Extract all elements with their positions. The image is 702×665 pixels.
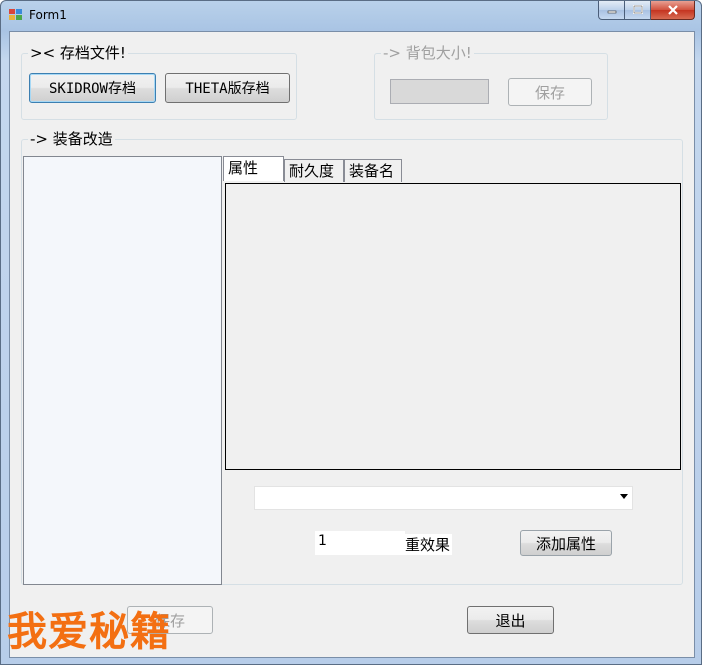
- tab-attributes[interactable]: 属性: [223, 156, 284, 181]
- maximize-button[interactable]: [625, 1, 651, 20]
- close-button[interactable]: [651, 1, 695, 20]
- exit-button[interactable]: 退出: [467, 606, 554, 634]
- equip-group: -> 装备改造 属性 耐久度 装备名 1 重效果 添加属性: [21, 130, 683, 585]
- save-file-group: >< 存档文件! SKIDROW存档 THETA版存档: [21, 44, 297, 120]
- minimize-button[interactable]: [598, 1, 625, 20]
- bag-save-button[interactable]: 保存: [508, 78, 592, 106]
- title-bar[interactable]: Form1: [1, 1, 701, 29]
- bag-size-legend: -> 背包大小!: [381, 44, 474, 62]
- tab-attributes-label: 属性: [228, 159, 259, 177]
- equipment-list[interactable]: [23, 156, 222, 585]
- bag-size-input[interactable]: [390, 79, 489, 104]
- client-area: >< 存档文件! SKIDROW存档 THETA版存档 -> 背包大小! 保存 …: [9, 31, 695, 658]
- minimize-icon: [607, 10, 616, 14]
- equip-legend: -> 装备改造: [28, 130, 115, 148]
- close-icon: [667, 5, 678, 15]
- bag-size-group: -> 背包大小! 保存: [374, 44, 608, 120]
- add-attribute-button[interactable]: 添加属性: [520, 530, 612, 556]
- tab-name-label: 装备名: [349, 162, 395, 180]
- maximize-icon: [632, 5, 643, 14]
- save-file-legend: >< 存档文件!: [28, 44, 128, 62]
- attribute-select[interactable]: [254, 486, 633, 510]
- tab-durability[interactable]: 耐久度: [284, 159, 344, 182]
- watermark-logo: 我爱秘籍: [7, 609, 171, 655]
- skidrow-save-button[interactable]: SKIDROW存档: [29, 73, 156, 103]
- form-icon: [9, 9, 23, 21]
- window-title: Form1: [29, 8, 67, 22]
- effect-count-label: 重效果: [403, 534, 453, 555]
- tab-durability-label: 耐久度: [289, 162, 335, 180]
- chevron-down-icon: [620, 494, 628, 499]
- caption-buttons: [598, 1, 695, 21]
- attributes-panel: [225, 183, 681, 470]
- effect-count-input[interactable]: 1: [315, 531, 405, 555]
- main-window: Form1 >< 存档文件! SKIDROW存档 THETA版存档 -> 背包大…: [0, 0, 702, 665]
- theta-save-button[interactable]: THETA版存档: [165, 73, 290, 103]
- tab-name[interactable]: 装备名: [344, 159, 402, 182]
